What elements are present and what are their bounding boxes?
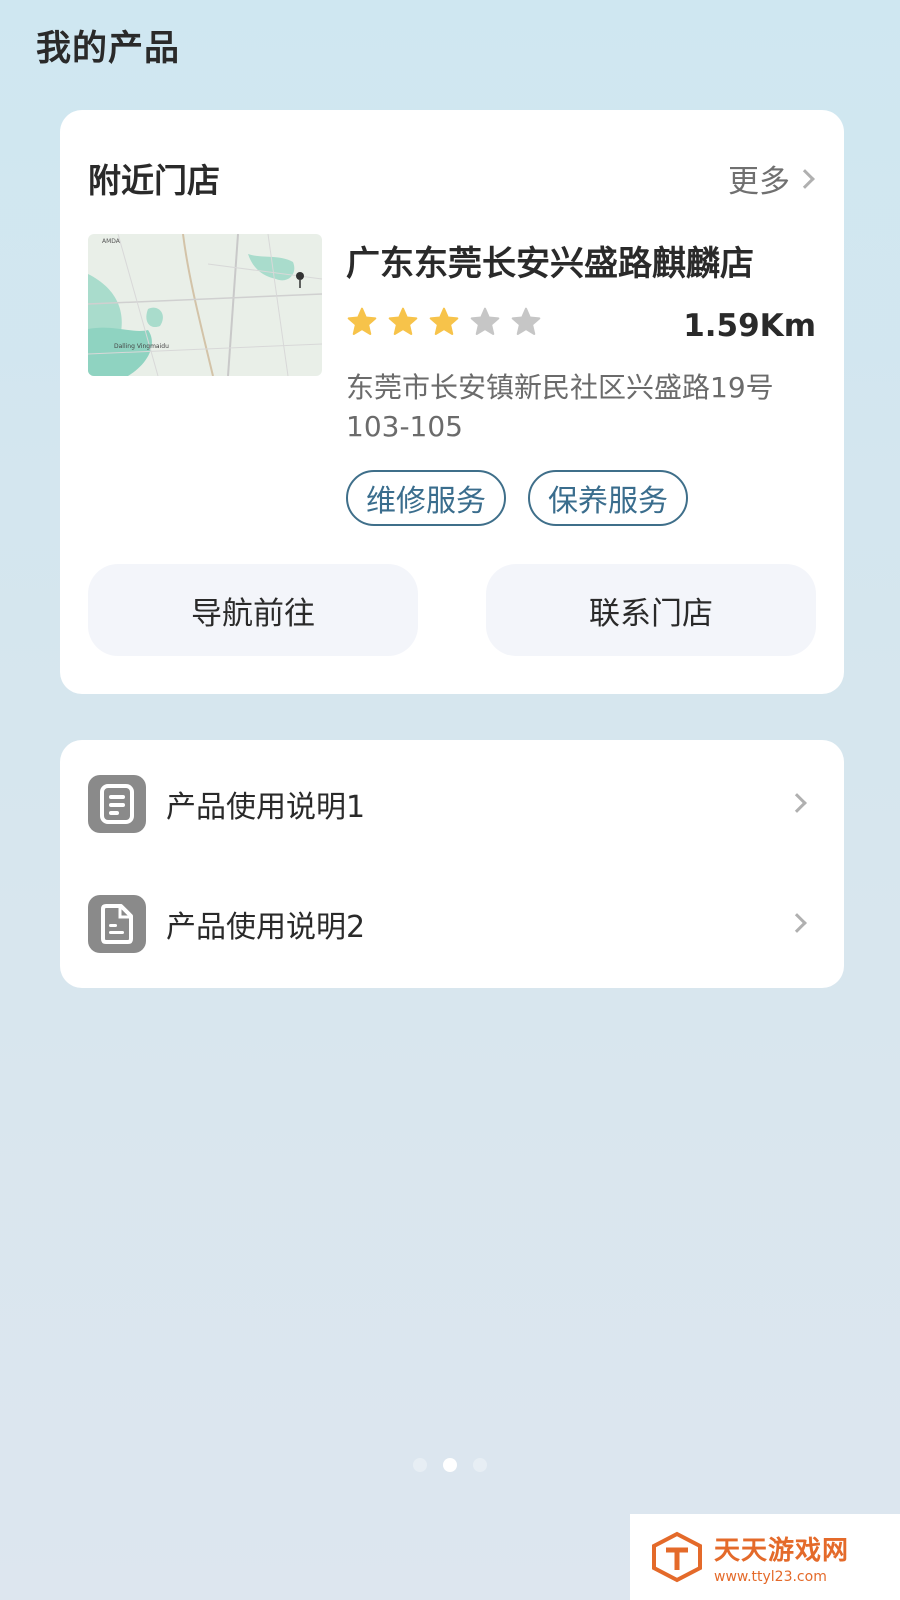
more-stores-link[interactable]: 更多: [728, 156, 815, 201]
store-name[interactable]: 广东东莞长安兴盛路麒麟店: [346, 236, 754, 285]
nearby-store-title: 附近门店: [88, 161, 220, 200]
page-title: 我的产品: [36, 29, 181, 69]
star-icon: [429, 307, 459, 335]
map-label-dalling: Dalling Vingmaidu: [114, 343, 169, 350]
store-map-thumbnail[interactable]: AMDA Dalling Vingmaidu: [88, 234, 322, 376]
star-icon: [388, 307, 418, 335]
store-distance: 1.59Km: [683, 308, 816, 344]
manual-item-2[interactable]: 产品使用说明2: [60, 874, 844, 974]
chevron-right-icon: [787, 913, 807, 933]
star-empty-icon: [511, 307, 541, 335]
chevron-right-icon: [795, 168, 815, 189]
page-dot-active[interactable]: [443, 1458, 457, 1472]
star-rating: [346, 306, 542, 338]
watermark: 天天游戏网 www.ttyl23.com: [630, 1514, 900, 1600]
star-empty-icon: [470, 307, 500, 335]
product-manuals-card: 产品使用说明1 产品使用说明2: [60, 740, 844, 988]
watermark-url: www.ttyl23.com: [714, 1568, 827, 1585]
page-dot[interactable]: [413, 1458, 427, 1472]
page-dot[interactable]: [473, 1458, 487, 1472]
manual-label: 产品使用说明1: [166, 790, 366, 825]
tag-maintenance-service[interactable]: 保养服务: [528, 470, 688, 526]
watermark-logo-icon: [652, 1531, 702, 1583]
more-label: 更多: [728, 164, 790, 200]
contact-store-button[interactable]: 联系门店: [486, 564, 816, 656]
watermark-title: 天天游戏网: [714, 1535, 850, 1566]
service-tags: 维修服务 保养服务: [346, 470, 688, 526]
nearby-store-card: 附近门店 更多 AMDA Dalling Vingmaidu 广东东莞长安兴盛路…: [60, 110, 844, 694]
document-file-icon: [88, 895, 146, 953]
map-image: AMDA Dalling Vingmaidu: [88, 234, 322, 376]
star-icon: [347, 307, 377, 335]
chevron-right-icon: [787, 793, 807, 813]
manual-item-1[interactable]: 产品使用说明1: [60, 754, 844, 854]
manual-label: 产品使用说明2: [166, 910, 366, 945]
document-list-icon: [88, 775, 146, 833]
tag-repair-service[interactable]: 维修服务: [346, 470, 506, 526]
navigate-button[interactable]: 导航前往: [88, 564, 418, 656]
store-address: 东莞市长安镇新民社区兴盛路19号103-105: [346, 371, 774, 443]
map-label-amda: AMDA: [102, 238, 121, 245]
page-indicator: [0, 1458, 900, 1472]
